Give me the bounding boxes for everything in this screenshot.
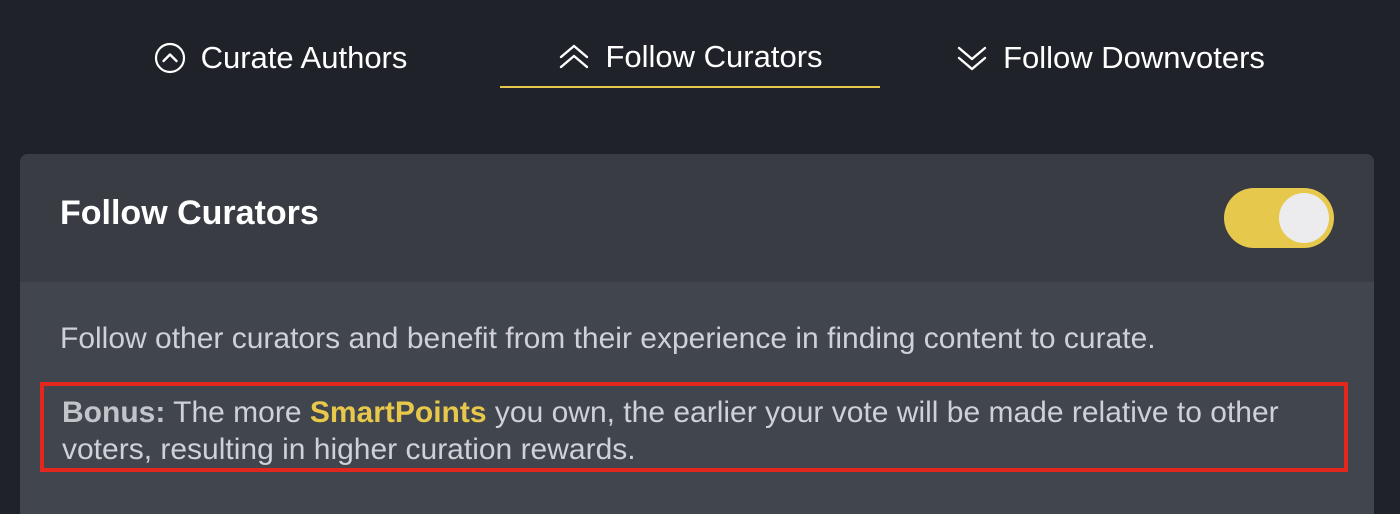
- tab-bar: Curate Authors Follow Curators Follow Do…: [0, 0, 1400, 110]
- circle-chevron-up-icon: [153, 41, 187, 75]
- card-description: Follow other curators and benefit from t…: [60, 322, 1156, 355]
- toggle-knob: [1279, 193, 1329, 243]
- tab-curate-authors-label: Curate Authors: [200, 40, 408, 75]
- follow-curators-toggle[interactable]: [1224, 188, 1334, 248]
- bonus-highlight-box: Bonus: The more SmartPoints you own, the…: [40, 382, 1348, 472]
- tab-curate-authors[interactable]: Curate Authors: [140, 28, 420, 88]
- bonus-text-pre: The more: [165, 396, 310, 429]
- tab-follow-downvoters-label: Follow Downvoters: [1003, 40, 1265, 75]
- follow-curators-card: Follow Curators Follow other curators an…: [20, 154, 1374, 514]
- tab-follow-curators[interactable]: Follow Curators: [500, 28, 880, 88]
- double-chevron-down-icon: [955, 41, 989, 75]
- bonus-text: Bonus: The more SmartPoints you own, the…: [62, 394, 1342, 468]
- card-title: Follow Curators: [60, 194, 319, 232]
- tab-follow-downvoters[interactable]: Follow Downvoters: [940, 28, 1280, 88]
- double-chevron-up-icon: [557, 40, 591, 74]
- bonus-label: Bonus:: [62, 396, 166, 429]
- card-header: Follow Curators: [20, 154, 1374, 282]
- tab-follow-curators-label: Follow Curators: [605, 39, 823, 74]
- smartpoints-highlight: SmartPoints: [309, 396, 487, 429]
